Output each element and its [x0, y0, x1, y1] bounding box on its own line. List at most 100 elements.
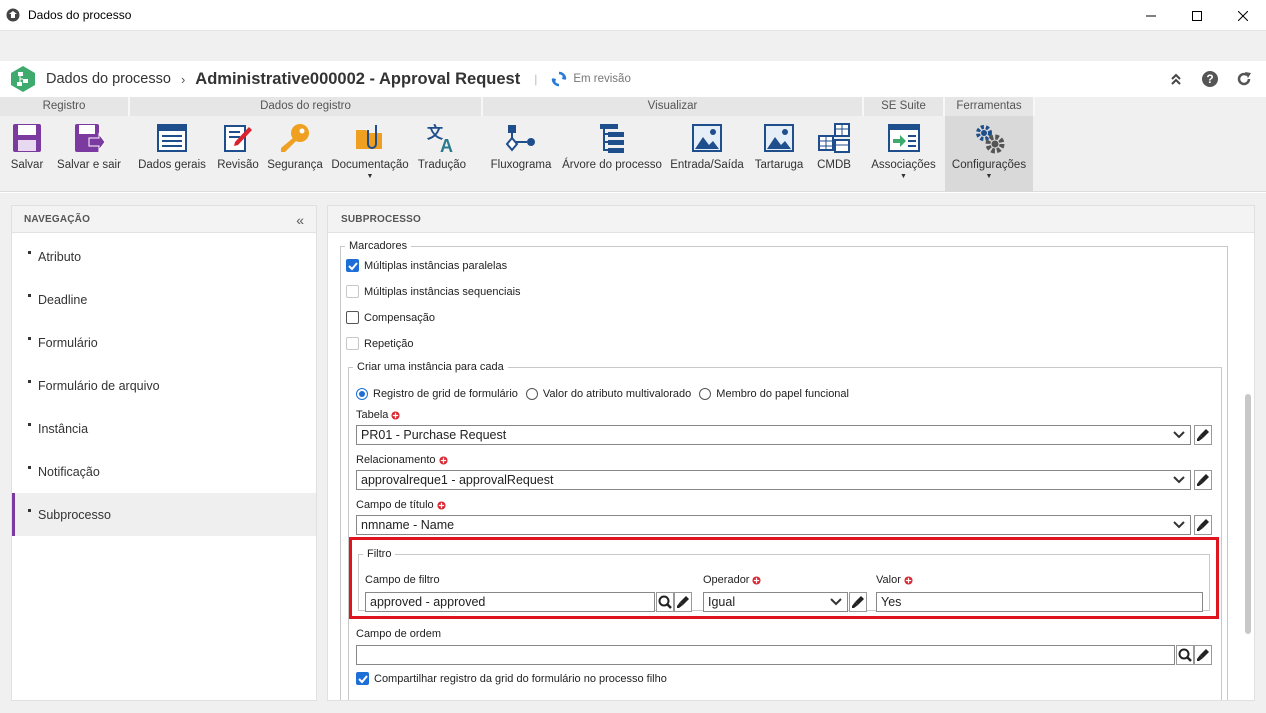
settings-button[interactable]: Configurações ▼ — [945, 116, 1033, 192]
reload-icon[interactable] — [1234, 69, 1254, 89]
group-label: SE Suite — [864, 97, 945, 116]
help-icon[interactable]: ? — [1200, 69, 1220, 89]
group-registro: Registro Salvar Salvar e sair — [0, 97, 130, 192]
security-button[interactable]: Segurança — [262, 116, 328, 192]
chevron-down-icon — [1173, 431, 1185, 439]
relationship-clear-button[interactable] — [1194, 470, 1212, 490]
turtle-label: Tartaruga — [754, 159, 804, 171]
nav-item-deadline[interactable]: Deadline — [12, 278, 316, 321]
title-field-label: Campo de título — [356, 499, 446, 511]
flowchart-button[interactable]: Fluxograma — [483, 116, 559, 192]
radio-multivalued-attribute[interactable]: Valor do atributo multivalorado — [525, 388, 691, 400]
associations-button[interactable]: Associações ▼ — [864, 116, 943, 192]
share-grid-record-checkbox[interactable]: Compartilhar registro da grid do formulá… — [356, 672, 667, 685]
header-divider: | — [534, 72, 538, 86]
operator-select[interactable]: Igual — [703, 592, 848, 612]
sequential-instances-checkbox[interactable]: Múltiplas instâncias sequenciais — [346, 285, 521, 298]
filter-field-value: approved - approved — [370, 595, 486, 609]
filter-legend: Filtro — [367, 548, 392, 560]
nav-item-formulario[interactable]: Formulário — [12, 321, 316, 364]
minimize-button[interactable] — [1128, 0, 1174, 31]
required-icon — [438, 455, 448, 465]
window-gap — [0, 31, 1266, 61]
revision-pen-icon — [224, 125, 252, 152]
translation-button[interactable]: 文A Tradução — [412, 116, 472, 192]
nav-item-instancia[interactable]: Instância — [12, 407, 316, 450]
vertical-scrollbar[interactable] — [1245, 394, 1251, 634]
operator-label: Operador — [703, 574, 762, 586]
process-logo-icon — [11, 66, 35, 92]
nav-item-subprocesso[interactable]: Subprocesso — [12, 493, 316, 536]
image-icon — [692, 124, 722, 152]
relationship-select[interactable]: approvalreque1 - approvalRequest — [356, 470, 1191, 490]
collapse-left-icon[interactable]: « — [296, 212, 304, 228]
flowchart-icon — [505, 125, 535, 152]
chevron-down-icon — [830, 598, 842, 606]
value-input[interactable]: Yes — [876, 592, 1203, 612]
order-field-search-button[interactable] — [1176, 645, 1194, 665]
title-field-select[interactable]: nmname - Name — [356, 515, 1191, 535]
general-data-label: Dados gerais — [138, 159, 206, 171]
filter-field-clear-button[interactable] — [674, 592, 692, 612]
navigation-panel: NAVEGAÇÃO « Atributo Deadline Formulário… — [11, 205, 317, 701]
process-tree-button[interactable]: Árvore do processo — [559, 116, 665, 192]
save-exit-icon — [75, 124, 105, 152]
translation-label: Tradução — [417, 159, 467, 171]
window-titlebar: Dados do processo — [0, 0, 1266, 31]
revision-button[interactable]: Revisão — [214, 116, 262, 192]
dropdown-caret-icon: ▼ — [900, 173, 907, 180]
relationship-label: Relacionamento — [356, 454, 448, 466]
collapse-up-icon[interactable] — [1166, 69, 1186, 89]
input-output-label: Entrada/Saída — [670, 159, 744, 171]
general-data-button[interactable]: Dados gerais — [130, 116, 214, 192]
save-button[interactable]: Salvar — [0, 116, 54, 192]
group-label: Visualizar — [483, 97, 864, 116]
subprocess-panel: SUBPROCESSO Marcadores Múltiplas instânc… — [327, 205, 1255, 701]
parallel-instances-checkbox[interactable]: Múltiplas instâncias paralelas — [346, 259, 507, 272]
cmdb-button[interactable]: CMDB — [809, 116, 859, 192]
chevron-down-icon — [1173, 521, 1185, 529]
documentation-button[interactable]: Documentação ▼ — [328, 116, 412, 192]
nav-item-atributo[interactable]: Atributo — [12, 235, 316, 278]
radio-role-label: Membro do papel funcional — [716, 388, 849, 400]
maximize-button[interactable] — [1174, 0, 1220, 31]
breadcrumb-root[interactable]: Dados do processo — [46, 71, 171, 87]
table-select[interactable]: PR01 - Purchase Request — [356, 425, 1191, 445]
navigation-title: NAVEGAÇÃO — [12, 206, 316, 233]
table-clear-button[interactable] — [1194, 425, 1212, 445]
nav-item-label: Notificação — [38, 464, 100, 479]
eraser-brush-icon — [1197, 429, 1209, 441]
compensation-checkbox[interactable]: Compensação — [346, 311, 435, 324]
radio-grid-record[interactable]: Registro de grid de formulário — [356, 388, 518, 400]
instance-type-radio-group: Registro de grid de formulário Valor do … — [356, 388, 857, 400]
value-input-value: Yes — [881, 595, 902, 609]
nav-item-formulario-arquivo[interactable]: Formulário de arquivo — [12, 364, 316, 407]
title-field-clear-button[interactable] — [1194, 515, 1212, 535]
status-label: Em revisão — [573, 73, 631, 85]
save-label: Salvar — [10, 159, 44, 171]
group-se-suite: SE Suite Associações ▼ — [864, 97, 945, 192]
nav-item-notificacao[interactable]: Notificação — [12, 450, 316, 493]
group-label: Ferramentas — [945, 97, 1035, 116]
repetition-checkbox[interactable]: Repetição — [346, 337, 414, 350]
operator-clear-button[interactable] — [849, 592, 867, 612]
filter-field-input[interactable]: approved - approved — [365, 592, 655, 612]
parallel-instances-label: Múltiplas instâncias paralelas — [364, 259, 508, 272]
save-and-exit-button[interactable]: Salvar e sair — [54, 116, 124, 192]
order-field-clear-button[interactable] — [1194, 645, 1212, 665]
chevron-down-icon — [1173, 476, 1185, 484]
radio-functional-role[interactable]: Membro do papel funcional — [699, 388, 849, 400]
group-visualizar: Visualizar Fluxograma Árvore do processo… — [483, 97, 864, 192]
eraser-brush-icon — [677, 596, 689, 608]
sequential-instances-label: Múltiplas instâncias sequenciais — [364, 285, 521, 298]
dropdown-caret-icon: ▼ — [366, 173, 374, 180]
filter-field-search-button[interactable] — [656, 592, 674, 612]
close-button[interactable] — [1220, 0, 1266, 31]
svg-text:A: A — [440, 136, 453, 154]
folder-clip-icon — [356, 125, 382, 149]
nav-item-label: Subprocesso — [38, 507, 111, 522]
search-icon — [658, 595, 672, 609]
turtle-button[interactable]: Tartaruga — [749, 116, 809, 192]
order-field-input[interactable] — [356, 645, 1175, 665]
input-output-button[interactable]: Entrada/Saída — [665, 116, 749, 192]
